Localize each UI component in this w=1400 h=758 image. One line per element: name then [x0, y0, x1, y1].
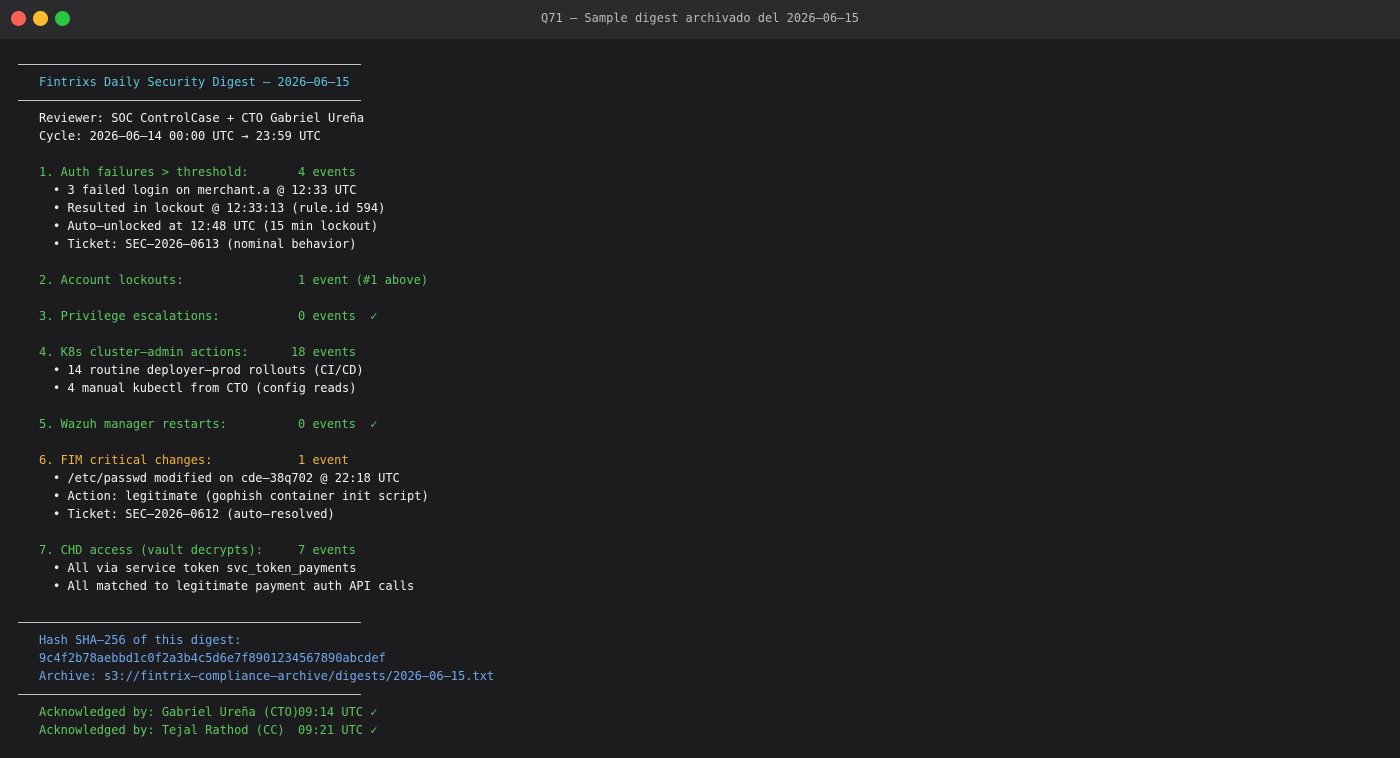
section-chd-access: 7. CHD access (vault decrypts): 7 events: [18, 541, 494, 559]
bullet-item: • Auto–unlocked at 12:48 UTC (15 min loc…: [53, 219, 379, 233]
ack-time: 09:14 UTC ✓: [298, 705, 378, 719]
section-label: 6. FIM critical changes:: [39, 453, 213, 467]
hash-value: 9c4f2b78aebbd1c0f2a3b4c5d6e7f89012345678…: [39, 651, 386, 665]
section-label: 3. Privilege escalations:: [39, 309, 220, 323]
ack-time: 09:21 UTC ✓: [298, 723, 378, 737]
bullet-item: • 14 routine deployer–prod rollouts (CI/…: [53, 363, 364, 377]
section-value: 1 event: [298, 453, 349, 467]
bullet-item: • All via service token svc_token_paymen…: [53, 561, 357, 575]
cycle-line: Cycle: 2026–06–14 00:00 UTC → 23:59 UTC: [39, 129, 321, 143]
divider-line: [18, 91, 494, 109]
bullet-item: • All matched to legitimate payment auth…: [53, 579, 415, 593]
section-value: 0 events ✓: [298, 309, 378, 323]
section-privilege-escalations: 3. Privilege escalations: 0 events ✓: [18, 307, 494, 325]
section-label: 1. Auth failures > threshold:: [39, 165, 249, 179]
bullet-item: • Ticket: SEC–2026–0612 (auto–resolved): [53, 507, 335, 521]
hash-label: Hash SHA–256 of this digest:: [39, 633, 242, 647]
bullet-item: • 4 manual kubectl from CTO (config read…: [53, 381, 357, 395]
section-fim-critical-changes: 6. FIM critical changes: 1 event: [18, 451, 494, 469]
window-title: Q71 — Sample digest archivado del 2026–0…: [541, 11, 859, 25]
divider-line: [18, 55, 494, 73]
bullet-item: • /etc/passwd modified on cde–38q702 @ 2…: [53, 471, 400, 485]
section-wazuh-restarts: 5. Wazuh manager restarts: 0 events ✓: [18, 415, 494, 433]
section-label: 2. Account lockouts:: [39, 273, 184, 287]
bullet-item: • Ticket: SEC–2026–0613 (nominal behavio…: [53, 237, 357, 251]
section-value: 4 events: [298, 165, 356, 179]
divider-line: [18, 685, 494, 703]
section-k8s-admin-actions: 4. K8s cluster–admin actions: 18 events: [18, 343, 494, 361]
reviewer-line: Reviewer: SOC ControlCase + CTO Gabriel …: [39, 111, 365, 125]
ack-line: Acknowledged by: Gabriel Ureña (CTO)09:1…: [18, 703, 494, 721]
section-auth-failures: 1. Auth failures > threshold: 4 events: [18, 163, 494, 181]
bullet-item: • Action: legitimate (gophish container …: [53, 489, 429, 503]
title-bar: Q71 — Sample digest archivado del 2026–0…: [0, 0, 1400, 39]
ack-name: Acknowledged by: Gabriel Ureña (CTO): [39, 705, 300, 719]
section-account-lockouts: 2. Account lockouts: 1 event (#1 above): [18, 271, 494, 289]
bullet-item: • 3 failed login on merchant.a @ 12:33 U…: [53, 183, 357, 197]
terminal-window: Q71 — Sample digest archivado del 2026–0…: [0, 0, 1400, 758]
section-value: 0 events ✓: [298, 417, 378, 431]
archive-path: Archive: s3://fintrix–compliance–archive…: [39, 669, 495, 683]
section-value: 7 events: [298, 543, 356, 557]
divider-line: [18, 613, 494, 631]
digest-header: Fintrixs Daily Security Digest — 2026–06…: [39, 75, 350, 89]
section-value: 1 event (#1 above): [298, 273, 429, 287]
bullet-item: • Resulted in lockout @ 12:33:13 (rule.i…: [53, 201, 386, 215]
terminal-output[interactable]: Fintrixs Daily Security Digest — 2026–06…: [18, 55, 494, 739]
section-value: 18 events: [291, 345, 357, 359]
section-label: 7. CHD access (vault decrypts):: [39, 543, 263, 557]
section-label: 5. Wazuh manager restarts:: [39, 417, 227, 431]
ack-line: Acknowledged by: Tejal Rathod (CC) 09:21 …: [18, 721, 494, 739]
ack-name: Acknowledged by: Tejal Rathod (CC): [39, 723, 285, 737]
section-label: 4. K8s cluster–admin actions:: [39, 345, 249, 359]
